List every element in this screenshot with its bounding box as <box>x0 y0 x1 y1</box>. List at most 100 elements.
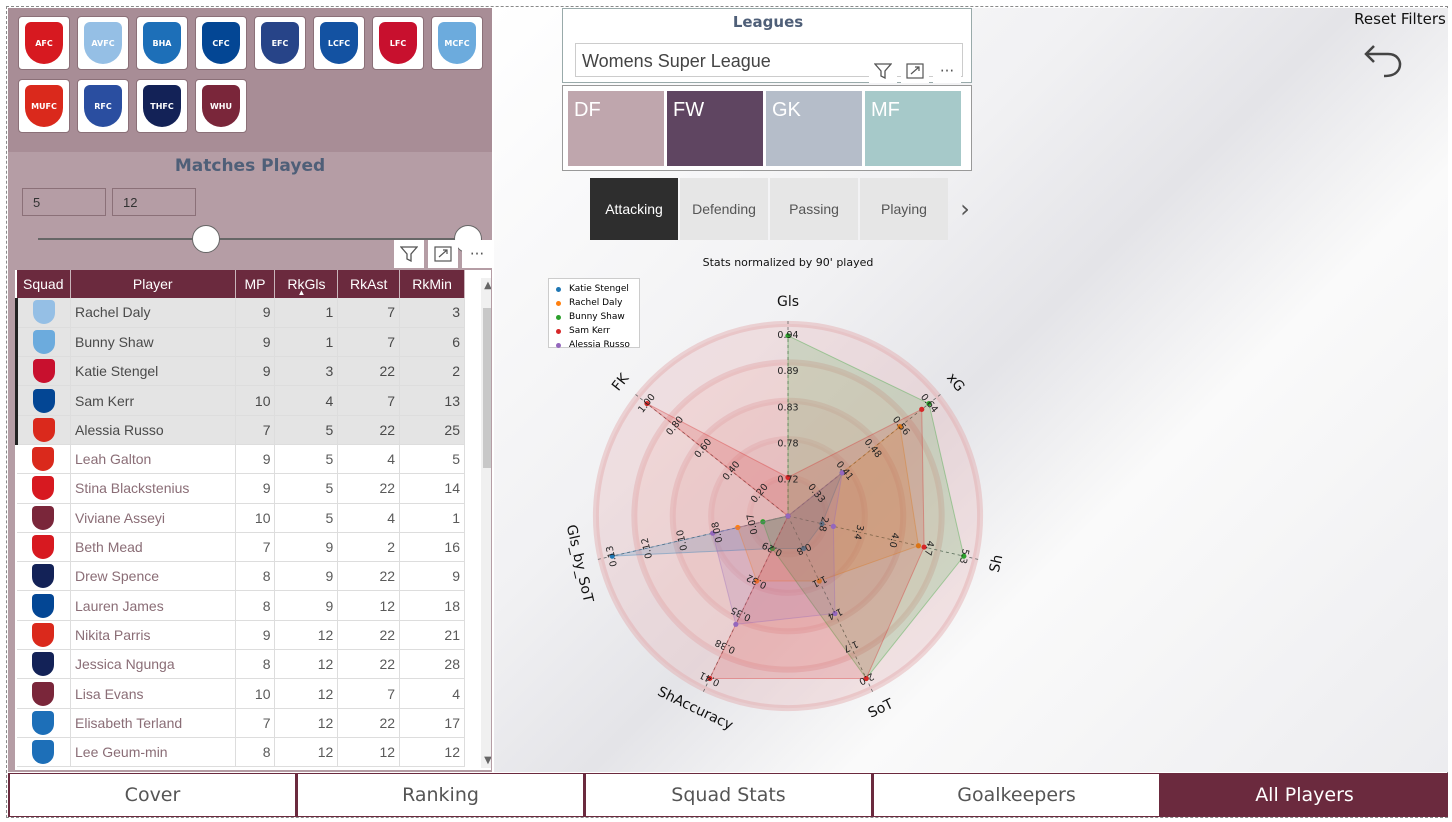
club-logo-man-utd[interactable]: MUFC <box>18 79 70 133</box>
club-logo-reading[interactable]: RFC <box>77 79 129 133</box>
club-logo-tottenham[interactable]: THFC <box>136 79 188 133</box>
nav-ranking[interactable]: Ranking <box>296 773 584 817</box>
table-row[interactable]: Elisabeth Terland 7 12 22 17 <box>16 708 465 738</box>
cell-player: Drew Spence <box>70 561 236 592</box>
cell-rkgls: 9 <box>274 590 339 621</box>
cell-rkast: 12 <box>337 590 401 621</box>
cell-rkgls: 5 <box>274 444 339 475</box>
liverpool-crest-icon: LFC <box>379 22 417 64</box>
cell-mp: 10 <box>235 385 276 416</box>
radar-tick-label: 0.89 <box>777 366 798 377</box>
tab-playing[interactable]: Playing <box>860 178 948 240</box>
cell-rkmin: 2 <box>399 356 465 387</box>
scroll-up-icon[interactable]: ▲ <box>481 280 491 291</box>
cell-rkgls: 9 <box>274 561 339 592</box>
table-row[interactable]: Beth Mead 7 9 2 16 <box>16 532 465 563</box>
legend-item: Katie Stengel <box>553 282 635 296</box>
cell-rkgls: 3 <box>274 356 339 387</box>
col-header-squad[interactable]: Squad <box>16 270 71 298</box>
cell-player: Stina Blackstenius <box>70 473 236 504</box>
radar-data-point <box>733 621 739 627</box>
position-tile-gk[interactable]: GK <box>766 91 862 166</box>
cell-squad <box>16 678 71 709</box>
club-logo-leicester[interactable]: LCFC <box>313 16 365 70</box>
more-options-icon[interactable]: ··· <box>933 59 961 83</box>
cell-squad <box>16 561 71 592</box>
club-logo-chelsea[interactable]: CFC <box>195 16 247 70</box>
position-tile-mf[interactable]: MF <box>865 91 961 166</box>
table-row[interactable]: Drew Spence 8 9 22 9 <box>16 561 465 592</box>
scroll-thumb[interactable] <box>483 308 491 468</box>
table-row[interactable]: Nikita Parris 9 12 22 21 <box>16 620 465 651</box>
radar-axis-label: xG <box>943 370 967 395</box>
matches-max-input[interactable]: 12 <box>112 188 196 216</box>
cell-rkmin: 28 <box>399 649 465 680</box>
nav-goalkeepers[interactable]: Goalkeepers <box>872 773 1160 817</box>
club-logo-liverpool[interactable]: LFC <box>372 16 424 70</box>
cell-rkmin: 21 <box>399 620 465 651</box>
table-row[interactable]: Lee Geum-min 8 12 12 12 <box>16 737 465 768</box>
cell-rkgls: 5 <box>274 473 339 504</box>
legend-marker <box>556 300 561 306</box>
cell-player: Bunny Shaw <box>70 327 236 358</box>
table-row[interactable]: Lauren James 8 9 12 18 <box>16 590 465 621</box>
cell-player: Viviane Asseyi <box>70 503 236 533</box>
cell-squad <box>16 532 71 563</box>
cell-rkast: 22 <box>337 473 401 504</box>
focus-mode-icon[interactable] <box>901 59 929 83</box>
cell-rkgls: 12 <box>274 708 339 738</box>
chevron-right-icon[interactable]: › <box>950 178 980 240</box>
table-row[interactable]: Alessia Russo 7 5 22 25 <box>15 415 465 445</box>
position-tile-df[interactable]: DF <box>568 91 664 166</box>
table-row[interactable]: Leah Galton 9 5 4 5 <box>16 444 465 475</box>
focus-mode-icon[interactable] <box>428 240 458 268</box>
col-header-player[interactable]: Player <box>70 270 236 298</box>
tab-defending[interactable]: Defending <box>680 178 768 240</box>
position-label: DF <box>574 99 601 121</box>
tab-passing[interactable]: Passing <box>770 178 858 240</box>
cell-mp: 10 <box>235 503 276 533</box>
scroll-down-icon[interactable]: ▼ <box>481 755 491 766</box>
more-options-icon[interactable]: ··· <box>462 240 492 268</box>
table-row[interactable]: Viviane Asseyi 10 5 4 1 <box>16 503 465 533</box>
club-logo-west-ham[interactable]: WHU <box>195 79 247 133</box>
cell-rkast: 22 <box>337 649 401 680</box>
col-header-rkmin[interactable]: RkMin <box>399 270 465 298</box>
cell-rkast: 4 <box>337 503 401 533</box>
table-row[interactable]: Stina Blackstenius 9 5 22 14 <box>16 473 465 504</box>
position-tile-fw[interactable]: FW <box>667 91 763 166</box>
slider-min-thumb[interactable] <box>192 225 220 253</box>
cell-rkast: 4 <box>337 444 401 475</box>
table-row[interactable]: Sam Kerr 10 4 7 13 <box>15 385 465 416</box>
stat-category-tabs: Attacking Defending Passing Playing › <box>590 178 980 240</box>
cell-rkmin: 9 <box>399 561 465 592</box>
col-header-rkast[interactable]: RkAst <box>337 270 401 298</box>
tab-attacking[interactable]: Attacking <box>590 178 678 240</box>
club-logo-arsenal[interactable]: AFC <box>18 16 70 70</box>
club-logo-everton[interactable]: EFC <box>254 16 306 70</box>
radar-data-point <box>830 523 836 529</box>
club-logo-aston-villa[interactable]: AVFC <box>77 16 129 70</box>
nav-cover[interactable]: Cover <box>8 773 296 817</box>
undo-icon[interactable] <box>1362 34 1408 80</box>
table-row[interactable]: Jessica Ngunga 8 12 22 28 <box>16 649 465 680</box>
table-scrollbar[interactable]: ▲ ▼ <box>481 278 491 768</box>
filter-icon[interactable] <box>869 59 897 83</box>
table-row[interactable]: Katie Stengel 9 3 22 2 <box>15 356 465 387</box>
nav-squad-stats[interactable]: Squad Stats <box>584 773 872 817</box>
cell-squad <box>16 620 71 651</box>
matches-min-input[interactable]: 5 <box>22 188 106 216</box>
cell-rkgls: 9 <box>274 532 339 563</box>
nav-all-players[interactable]: All Players <box>1160 773 1448 817</box>
legend-item: Rachel Daly <box>553 296 635 310</box>
table-row[interactable]: Bunny Shaw 9 1 7 6 <box>15 327 465 358</box>
col-header-rkgls[interactable]: RkGls ▲ <box>274 270 339 298</box>
table-row[interactable]: Lisa Evans 10 12 7 4 <box>16 678 465 709</box>
club-logo-man-city[interactable]: MCFC <box>431 16 483 70</box>
filter-icon[interactable] <box>394 240 424 268</box>
table-row[interactable]: Rachel Daly 9 1 7 3 <box>15 298 465 328</box>
radar-tick-label: 0.94 <box>777 330 798 341</box>
col-header-mp[interactable]: MP <box>235 270 276 298</box>
aston-villa-crest-icon: AVFC <box>84 22 122 64</box>
club-logo-brighton[interactable]: BHA <box>136 16 188 70</box>
